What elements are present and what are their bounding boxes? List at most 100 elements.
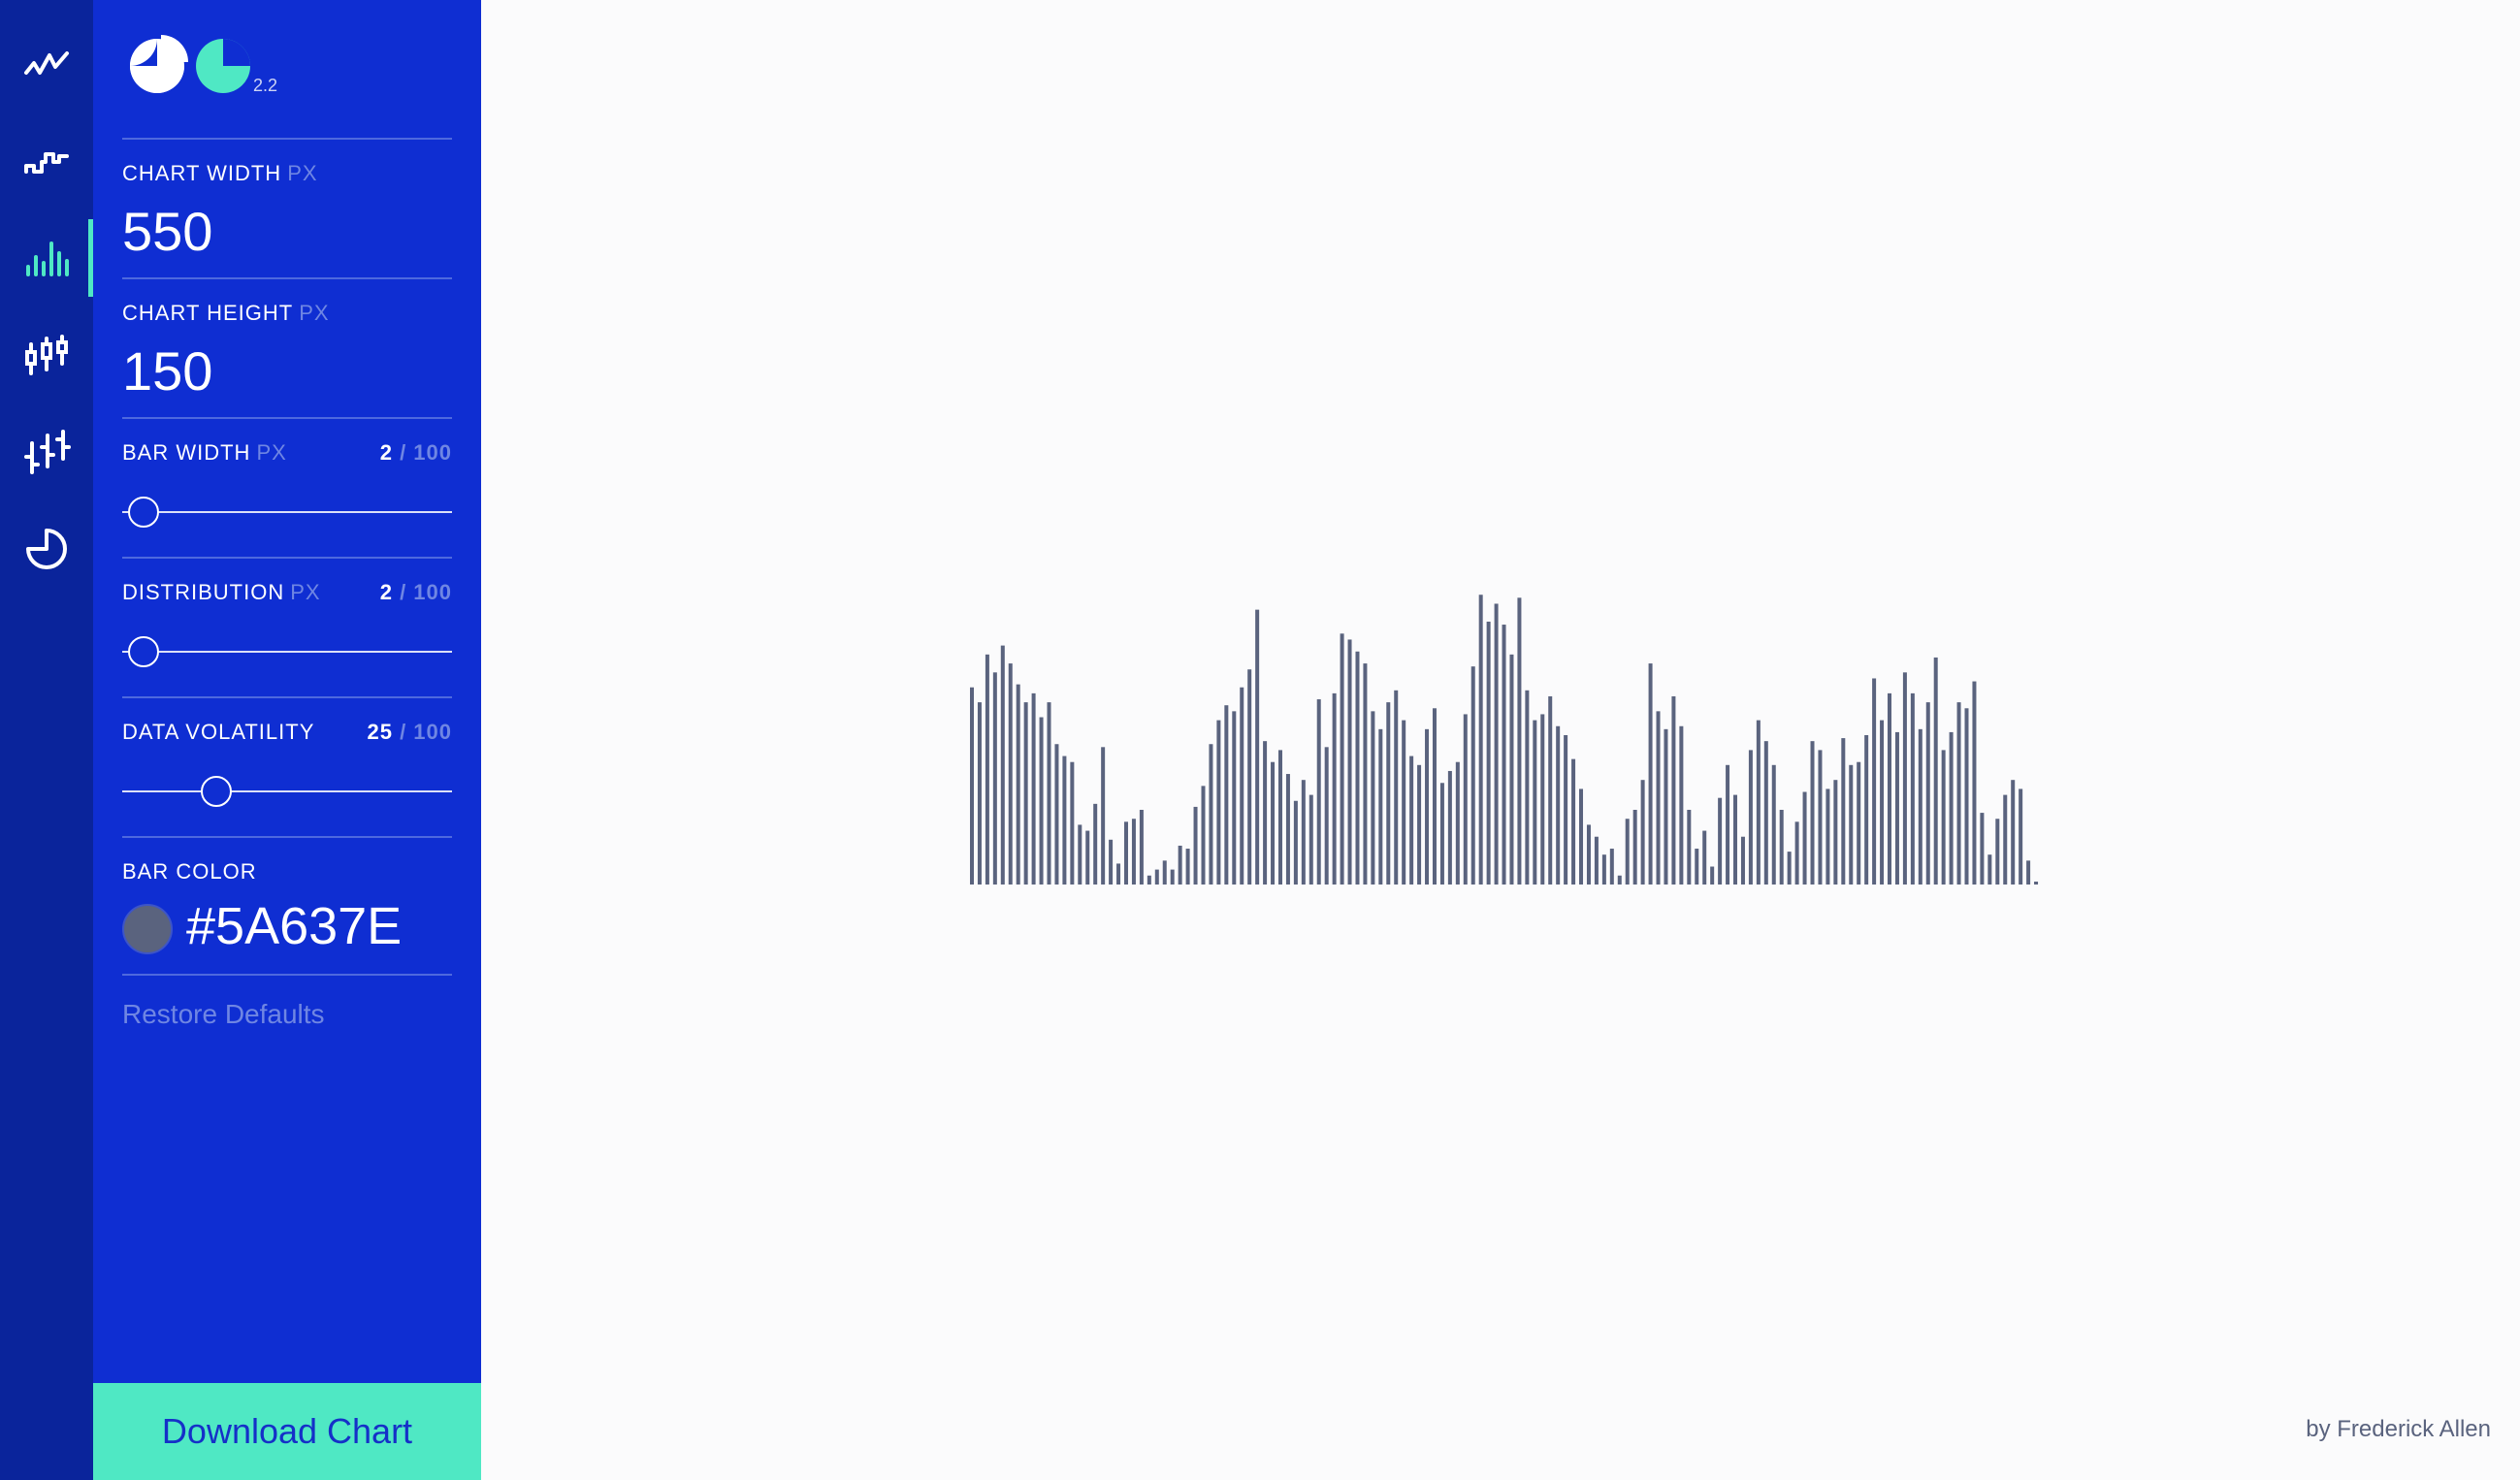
chart-bar bbox=[1640, 780, 1645, 885]
chart-bar bbox=[1548, 695, 1553, 885]
chart-bar bbox=[1016, 684, 1020, 885]
chart-bar bbox=[1933, 657, 1938, 885]
rail-item-line-chart[interactable] bbox=[0, 25, 93, 103]
chart-bar bbox=[1316, 699, 1321, 885]
chart-bar bbox=[1031, 692, 1036, 885]
chart-bar bbox=[1594, 836, 1599, 885]
chart-bar bbox=[1432, 708, 1437, 885]
chart-height-input[interactable]: 150 bbox=[122, 339, 212, 402]
divider bbox=[122, 974, 452, 976]
slider-thumb[interactable] bbox=[128, 497, 160, 528]
chart-bar bbox=[1787, 852, 1792, 885]
chart-bar bbox=[1502, 625, 1506, 885]
rail-item-ohlc-chart[interactable] bbox=[0, 413, 93, 491]
chart-bar bbox=[1941, 750, 1946, 885]
rail-item-pie-chart[interactable] bbox=[0, 510, 93, 588]
chart-bar bbox=[1517, 597, 1522, 885]
chart-bar bbox=[1324, 747, 1329, 885]
chart-bar bbox=[1802, 791, 1807, 885]
chart-bar bbox=[1109, 839, 1114, 885]
bar-chart bbox=[970, 595, 2039, 885]
chart-bar bbox=[1956, 702, 1961, 885]
bar-color-label: BAR COLOR bbox=[122, 859, 257, 884]
chart-bar bbox=[2003, 794, 2008, 885]
distribution-max: / 100 bbox=[400, 580, 452, 604]
chart-bar bbox=[1586, 824, 1591, 885]
chart-bar bbox=[1779, 810, 1784, 885]
chart-bar bbox=[1347, 639, 1352, 885]
download-chart-button[interactable]: Download Chart bbox=[93, 1383, 481, 1480]
chart-bar bbox=[1980, 813, 1985, 885]
chart-bar bbox=[1486, 621, 1491, 885]
chart-bar bbox=[1880, 720, 1885, 885]
chart-bar bbox=[1162, 860, 1167, 885]
bar-chart-icon bbox=[26, 241, 69, 276]
chart-bar bbox=[1825, 788, 1830, 885]
divider bbox=[122, 277, 452, 279]
chart-bar bbox=[1263, 741, 1268, 885]
slider-track bbox=[122, 790, 452, 792]
bar-color-input[interactable]: #5A637E bbox=[186, 896, 402, 956]
restore-defaults-button[interactable]: Restore Defaults bbox=[122, 999, 325, 1030]
rail-item-candlestick-chart[interactable] bbox=[0, 316, 93, 394]
chart-bar bbox=[1571, 758, 1576, 885]
rail-item-step-chart[interactable] bbox=[0, 122, 93, 200]
chart-bar bbox=[1201, 786, 1206, 885]
chart-bar bbox=[1756, 720, 1761, 885]
chart-width-label: CHART WIDTH PX bbox=[122, 161, 318, 186]
chart-bar bbox=[1447, 770, 1452, 885]
chart-bar bbox=[1193, 806, 1198, 885]
chart-bar bbox=[1632, 810, 1637, 885]
bar-width-label-text: BAR WIDTH bbox=[122, 440, 251, 465]
slider-thumb[interactable] bbox=[201, 776, 232, 807]
chart-bar bbox=[1085, 830, 1090, 885]
chart-bar bbox=[1402, 720, 1406, 885]
bar-width-slider[interactable] bbox=[122, 493, 452, 531]
slider-thumb[interactable] bbox=[128, 636, 160, 667]
chart-bar bbox=[1332, 692, 1337, 885]
data-volatility-slider[interactable] bbox=[122, 772, 452, 811]
chart-bar bbox=[1902, 672, 1907, 885]
chart-bar bbox=[1308, 794, 1313, 885]
ohlc-chart-icon bbox=[24, 430, 71, 474]
chart-bar bbox=[1794, 821, 1799, 885]
chart-bar bbox=[1240, 687, 1244, 885]
chart-bar bbox=[1139, 810, 1144, 885]
chart-bar bbox=[1216, 720, 1221, 885]
chart-bar bbox=[2034, 882, 2039, 885]
chart-bar bbox=[1409, 756, 1414, 885]
chart-bar bbox=[1101, 747, 1106, 885]
chart-bar bbox=[1078, 824, 1082, 885]
chart-bar bbox=[1857, 761, 1861, 885]
chart-bar bbox=[985, 654, 989, 885]
chart-bar bbox=[1232, 711, 1237, 885]
chart-bar bbox=[1995, 819, 2000, 885]
chart-bar bbox=[1718, 797, 1723, 885]
distribution-slider[interactable] bbox=[122, 632, 452, 671]
chart-bar bbox=[1695, 849, 1699, 885]
chart-bar bbox=[1455, 761, 1460, 885]
chart-bar bbox=[1371, 711, 1375, 885]
chart-bar bbox=[1070, 761, 1075, 885]
chart-bar bbox=[1494, 603, 1499, 885]
chart-bar bbox=[1386, 702, 1391, 885]
chart-bar bbox=[1185, 849, 1190, 885]
bar-color-swatch[interactable] bbox=[122, 904, 173, 954]
chart-width-input[interactable]: 550 bbox=[122, 200, 212, 263]
bar-width-max: / 100 bbox=[400, 440, 452, 465]
chart-bar bbox=[1710, 866, 1715, 885]
distribution-label-text: DISTRIBUTION bbox=[122, 580, 285, 604]
data-volatility-label: DATA VOLATILITY bbox=[122, 720, 315, 744]
chart-height-label: CHART HEIGHT PX bbox=[122, 301, 330, 326]
distribution-value: 2 bbox=[379, 580, 393, 604]
chart-bar bbox=[1355, 651, 1360, 885]
rail-item-bar-chart[interactable] bbox=[0, 219, 93, 297]
chart-bar bbox=[1872, 678, 1877, 885]
chart-bar bbox=[1656, 711, 1661, 885]
distribution-label: DISTRIBUTION PX bbox=[122, 580, 321, 605]
chart-bar bbox=[1093, 803, 1098, 885]
chart-bar bbox=[1664, 728, 1668, 885]
chart-bar bbox=[1008, 663, 1013, 885]
chart-bar bbox=[1023, 702, 1028, 885]
chart-bar bbox=[1849, 764, 1854, 885]
